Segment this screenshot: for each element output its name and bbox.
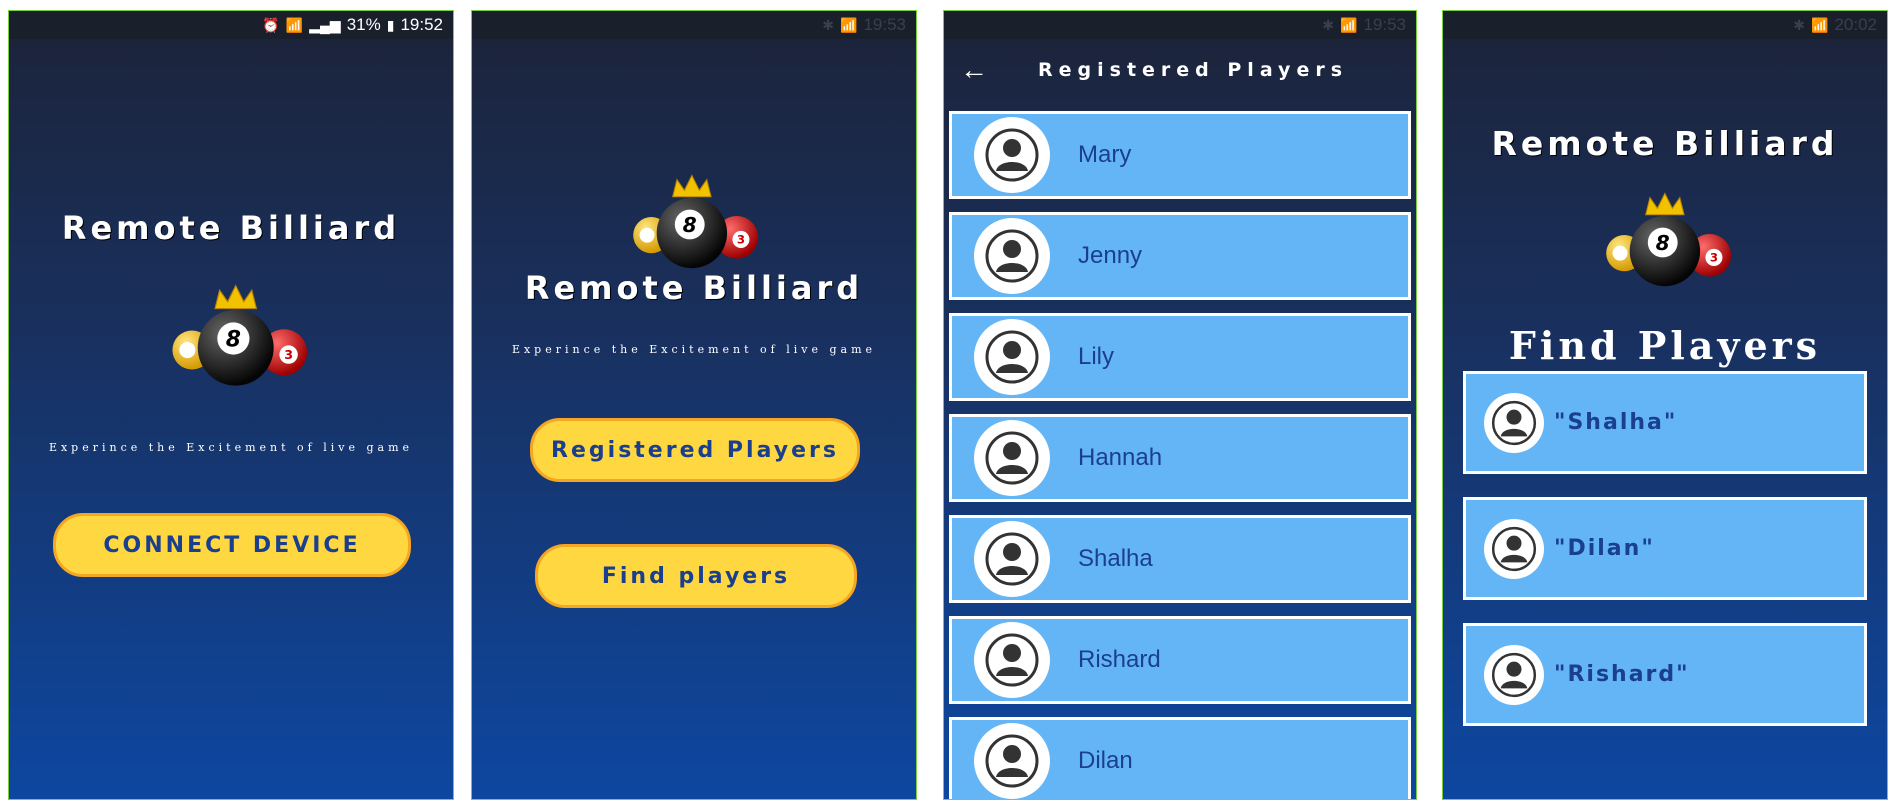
status-time: 19:52 (400, 15, 443, 34)
screen-find-players: ✱ 📶 20:02 Remote Billiard Find Players "… (1442, 10, 1888, 800)
registered-players-button[interactable]: Registered Players (530, 418, 860, 482)
screen-menu: ✱ 📶 19:53 Remote Billiard Experince the … (471, 10, 917, 800)
player-row[interactable]: Rishard (949, 616, 1411, 704)
status-time: 19:53 (1363, 15, 1406, 34)
person-icon (1484, 644, 1544, 705)
player-row[interactable]: Shalha (949, 515, 1411, 603)
person-icon (974, 420, 1050, 496)
status-time: 20:02 (1834, 15, 1877, 34)
player-row[interactable]: Jenny (949, 212, 1411, 300)
person-icon (974, 117, 1050, 193)
status-bar: ✱ 📶 20:02 (1443, 11, 1887, 39)
person-icon (974, 218, 1050, 294)
player-row[interactable]: Hannah (949, 414, 1411, 502)
player-row[interactable]: Dilan (949, 717, 1411, 799)
bluetooth-icon: ✱ (1793, 16, 1806, 33)
app-bar: ← Registered Players (944, 39, 1416, 101)
player-name: "Rishard" (1554, 662, 1690, 687)
player-name: "Dilan" (1554, 536, 1655, 561)
tagline: Experince the Excitement of live game (48, 441, 414, 454)
person-icon (974, 319, 1050, 395)
billiard-logo (169, 281, 307, 396)
billiard-logo (630, 171, 758, 278)
status-bar: ✱ 📶 19:53 (944, 11, 1416, 39)
app-title: Remote Billiard (1491, 124, 1839, 163)
connect-device-button[interactable]: CONNECT DEVICE (53, 513, 411, 577)
signal-icon: ▂▄▆ (309, 16, 341, 33)
status-bar: ⏰ 📶 ▂▄▆ 31% ▮ 19:52 (9, 11, 453, 39)
billiard-logo (1603, 189, 1731, 296)
back-arrow-icon[interactable]: ← (944, 54, 1004, 86)
player-name: Jenny (1078, 242, 1143, 269)
person-icon (1484, 392, 1544, 453)
battery-percent: 31% (346, 15, 381, 34)
found-player-row[interactable]: "Rishard" (1463, 623, 1867, 726)
player-name: Dilan (1078, 747, 1133, 774)
player-name: Rishard (1078, 646, 1161, 673)
found-player-row[interactable]: "Dilan" (1463, 497, 1867, 600)
page-title: Registered Players (1038, 59, 1349, 81)
player-name: Shalha (1078, 545, 1153, 572)
player-name: "Shalha" (1554, 410, 1678, 435)
player-name: Mary (1078, 141, 1132, 168)
wifi-icon: 📶 (1340, 16, 1358, 33)
alarm-icon: ⏰ (262, 16, 280, 33)
app-title: Remote Billiard (61, 209, 401, 247)
player-name: Lily (1078, 343, 1115, 370)
wifi-icon: 📶 (1811, 16, 1829, 33)
wifi-icon: 📶 (285, 16, 304, 33)
status-bar: ✱ 📶 19:53 (472, 11, 916, 39)
app-title: Remote Billiard (524, 269, 864, 307)
person-icon (974, 521, 1050, 597)
person-icon (974, 723, 1050, 799)
screen-connect: ⏰ 📶 ▂▄▆ 31% ▮ 19:52 Remote Billiard Expe… (8, 10, 454, 800)
find-players-button[interactable]: Find players (535, 544, 857, 608)
person-icon (1484, 518, 1544, 579)
wifi-icon: 📶 (840, 16, 858, 33)
player-row[interactable]: Mary (949, 111, 1411, 199)
find-players-title: Find Players (1508, 323, 1822, 368)
battery-icon: ▮ (386, 16, 395, 33)
player-row[interactable]: Lily (949, 313, 1411, 401)
bluetooth-icon: ✱ (822, 16, 835, 33)
tagline: Experince the Excitement of live game (511, 343, 877, 356)
player-name: Hannah (1078, 444, 1163, 471)
bluetooth-icon: ✱ (1322, 16, 1335, 33)
person-icon (974, 622, 1050, 698)
status-time: 19:53 (863, 15, 906, 34)
found-player-row[interactable]: "Shalha" (1463, 371, 1867, 474)
screen-registered-players: ✱ 📶 19:53 ← Registered Players Mary Jenny… (943, 10, 1417, 800)
